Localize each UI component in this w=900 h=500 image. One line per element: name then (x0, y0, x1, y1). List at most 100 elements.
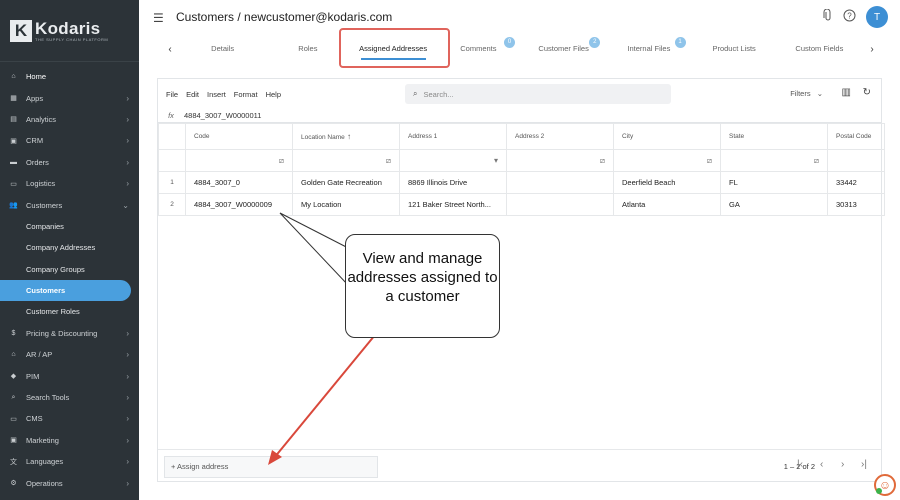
column-header-code[interactable]: Code (185, 123, 293, 150)
sidebar-item-label: Companies (26, 221, 64, 231)
sidebar-item-analytics[interactable]: ▤ Analytics › (0, 109, 139, 130)
sidebar-item-orders[interactable]: ▬ Orders › (0, 152, 139, 173)
column-header-address-2[interactable]: Address 2 (506, 123, 614, 150)
menu-item-help[interactable]: Help (266, 90, 281, 99)
first-page-icon[interactable]: |‹ (797, 459, 803, 470)
table-cell[interactable]: My Location (292, 193, 400, 216)
sidebar-item-ar-ap[interactable]: ⌂ AR / AP › (0, 344, 139, 365)
filter-clear-icon[interactable]: ⧄ (279, 156, 284, 165)
table-cell[interactable]: Deerfield Beach (613, 171, 721, 194)
table-cell[interactable]: 4884_3007_0 (185, 171, 293, 194)
chat-support-icon[interactable]: ☺ (874, 474, 896, 496)
paperclip-icon[interactable] (823, 8, 833, 25)
sidebar-item-label: Pricing & Discounting (26, 328, 98, 338)
column-filter-cell[interactable] (827, 149, 885, 172)
menu-item-file[interactable]: File (166, 90, 178, 99)
table-cell[interactable]: 121 Baker Street North... (399, 193, 507, 216)
sidebar-item-languages[interactable]: 文 Languages › (0, 451, 139, 472)
sidebar-item-marketing[interactable]: ▣ Marketing › (0, 430, 139, 451)
tab-product-lists[interactable]: Product Lists (692, 36, 777, 62)
last-page-icon[interactable]: ›| (861, 459, 867, 470)
hamburger-menu-icon[interactable]: ☰ (153, 11, 164, 25)
sidebar-item-apps[interactable]: ▦ Apps › (0, 87, 139, 108)
search-placeholder: Search... (423, 89, 454, 99)
sidebar-item-label: Analytics (26, 114, 57, 124)
prev-page-icon[interactable]: ‹ (820, 459, 823, 470)
sidebar-item-label: AR / AP (26, 350, 53, 360)
menu-item-insert[interactable]: Insert (207, 90, 226, 99)
table-cell[interactable]: Golden Gate Recreation (292, 171, 400, 194)
apps-icon: ▦ (10, 95, 17, 103)
column-header-location-name[interactable]: Location Name ↑ (292, 123, 400, 150)
filter-clear-icon[interactable]: ⧄ (814, 156, 819, 165)
filter-funnel-icon[interactable]: ▾ (494, 156, 498, 165)
sort-ascending-icon[interactable]: ↑ (345, 132, 351, 141)
columns-icon[interactable]: ▥ (842, 87, 851, 98)
table-cell[interactable]: GA (720, 193, 828, 216)
column-filter-cell[interactable]: ⧄ (292, 149, 400, 172)
table-cell[interactable] (506, 171, 614, 194)
tab-internal-files[interactable]: Internal Files 1 (606, 36, 691, 62)
tab-customer-files[interactable]: Customer Files 2 (521, 36, 606, 62)
next-page-icon[interactable]: › (841, 459, 844, 470)
column-filter-cell[interactable]: ⧄ (613, 149, 721, 172)
column-filter-cell[interactable]: ⧄ (720, 149, 828, 172)
search-input[interactable]: ⌕ Search... (405, 84, 671, 104)
sidebar-item-logistics[interactable]: ▭ Logistics › (0, 173, 139, 194)
column-header-label: Address 2 (515, 133, 545, 140)
tab-roles[interactable]: Roles (265, 36, 350, 62)
sidebar-item-customers[interactable]: 👥 Customers ⌄ (0, 194, 139, 215)
chevron-right-icon: › (126, 393, 129, 403)
assign-address-button[interactable]: + Assign address (164, 456, 378, 478)
table-cell[interactable]: Atlanta (613, 193, 721, 216)
filter-clear-icon[interactable]: ⧄ (386, 156, 391, 165)
tab-scroll-right-icon[interactable]: › (862, 44, 882, 55)
formula-value[interactable]: 4884_3007_W0000011 (184, 111, 261, 120)
column-header-postal-code[interactable]: Postal Code (827, 123, 885, 150)
tab-scroll-left-icon[interactable]: ‹ (160, 44, 180, 55)
menu-item-format[interactable]: Format (234, 90, 258, 99)
sidebar-item-customers[interactable]: Customers (0, 279, 131, 302)
column-header-address-1[interactable]: Address 1 (399, 123, 507, 150)
tab-details[interactable]: Details (180, 36, 265, 62)
table-cell[interactable] (506, 193, 614, 216)
column-filter-cell[interactable]: ⧄ (185, 149, 293, 172)
sidebar-item-home[interactable]: ⌂ Home (0, 66, 139, 87)
tab-highlight-box (339, 28, 450, 68)
sidebar-item-pricing-discounting[interactable]: $ Pricing & Discounting › (0, 323, 139, 344)
sidebar-item-search-tools[interactable]: ⌕ Search Tools › (0, 387, 139, 408)
sidebar-item-companies[interactable]: Companies (0, 216, 139, 237)
filters-dropdown[interactable]: Filters ⌄ (790, 89, 823, 98)
column-filter-cell[interactable]: ▾ (399, 149, 507, 172)
tab-custom-fields[interactable]: Custom Fields (777, 36, 862, 62)
table-row[interactable]: 2 4884_3007_W0000009 My Location 121 Baker … (158, 193, 885, 216)
sidebar-item-label: Orders (26, 157, 49, 167)
sidebar-item-crm[interactable]: ▣ CRM › (0, 130, 139, 151)
sidebar-item-company-addresses[interactable]: Company Addresses (0, 237, 139, 258)
sidebar-item-customer-roles[interactable]: Customer Roles (0, 301, 139, 322)
column-filter-cell[interactable]: ⧄ (506, 149, 614, 172)
refresh-icon[interactable]: ↻ (863, 87, 871, 98)
user-avatar[interactable]: T (866, 6, 888, 28)
chevron-right-icon: › (126, 478, 129, 488)
sidebar-item-label: Customers (26, 286, 66, 296)
help-icon[interactable]: ? (843, 9, 856, 25)
sidebar-item-operations[interactable]: ⚙ Operations › (0, 472, 139, 493)
table-row[interactable]: 1 4884_3007_0 Golden Gate Recreation 8869 I… (158, 171, 885, 194)
brand-logo[interactable]: K Kodaris THE SUPPLY CHAIN PLATFORM (0, 0, 139, 62)
menu-item-edit[interactable]: Edit (186, 90, 199, 99)
table-cell[interactable]: 8869 Illinois Drive (399, 171, 507, 194)
column-header-state[interactable]: State (720, 123, 828, 150)
table-cell[interactable]: 30313 (827, 193, 885, 216)
table-cell[interactable]: FL (720, 171, 828, 194)
sidebar-item-pim[interactable]: ◆ PIM › (0, 365, 139, 386)
filter-clear-icon[interactable]: ⧄ (707, 156, 712, 165)
sidebar-item-cms[interactable]: ▭ CMS › (0, 408, 139, 429)
sidebar-item-company-groups[interactable]: Company Groups (0, 259, 139, 280)
table-cell[interactable]: 4884_3007_W0000009 (185, 193, 293, 216)
table-cell[interactable]: 33442 (827, 171, 885, 194)
filter-clear-icon[interactable]: ⧄ (600, 156, 605, 165)
operations-icon: ⚙ (10, 480, 17, 488)
column-header-city[interactable]: City (613, 123, 721, 150)
grid-menu: File Edit Insert Format Help (166, 90, 289, 99)
